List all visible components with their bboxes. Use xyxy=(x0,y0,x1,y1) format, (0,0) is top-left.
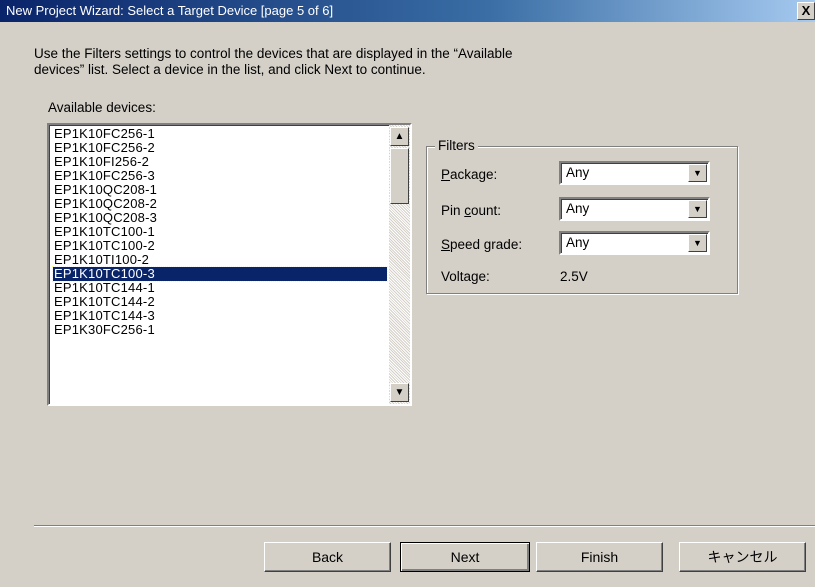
back-button[interactable]: Back xyxy=(264,542,391,572)
finish-button[interactable]: Finish xyxy=(536,542,663,572)
button-separator xyxy=(34,525,815,527)
speed-grade-mnemonic: S xyxy=(441,237,451,252)
cancel-button[interactable]: キャンセル xyxy=(679,542,806,572)
scroll-up-arrow-icon: ▲ xyxy=(394,131,405,142)
device-list-item[interactable]: EP1K10QC208-3 xyxy=(53,211,387,225)
device-list-item[interactable]: EP1K10TC144-3 xyxy=(53,309,387,323)
device-list-item[interactable]: EP1K10FC256-2 xyxy=(53,141,387,155)
filters-legend: Filters xyxy=(435,138,478,153)
chevron-down-icon: ▼ xyxy=(693,238,702,248)
speed-grade-label-rest: peed grade: xyxy=(450,237,523,252)
title-bar: New Project Wizard: Select a Target Devi… xyxy=(0,0,815,22)
device-list-item[interactable]: EP1K10FC256-3 xyxy=(53,169,387,183)
vertical-scrollbar[interactable]: ▲ ▼ xyxy=(389,125,410,404)
scroll-down-button[interactable]: ▼ xyxy=(390,383,409,402)
device-list-item[interactable]: EP1K10QC208-1 xyxy=(53,183,387,197)
pin-count-dropdown-button[interactable]: ▼ xyxy=(688,200,707,218)
pin-count-mnemonic: c xyxy=(464,203,472,218)
instructions-line-1: Use the Filters settings to control the … xyxy=(34,46,513,61)
next-button[interactable]: Next xyxy=(400,542,530,572)
chevron-down-icon: ▼ xyxy=(693,168,702,178)
device-list-item[interactable]: EP1K10TC100-2 xyxy=(53,239,387,253)
instructions-text: Use the Filters settings to control the … xyxy=(34,46,734,78)
package-value: Any xyxy=(566,165,590,180)
filters-group: Filters Package: Any ▼ Pin count: Any ▼ … xyxy=(426,138,738,294)
package-select[interactable]: Any ▼ xyxy=(559,161,710,185)
pin-count-value: Any xyxy=(566,201,590,216)
package-label: Package: xyxy=(441,167,497,182)
device-list-item[interactable]: EP1K30FC256-1 xyxy=(53,323,387,337)
voltage-label: Voltage: xyxy=(441,269,490,284)
device-list-item[interactable]: EP1K10TC144-1 xyxy=(53,281,387,295)
pin-count-label-pre: Pin xyxy=(441,203,465,218)
window-title: New Project Wizard: Select a Target Devi… xyxy=(6,3,334,18)
available-devices-label: Available devices: xyxy=(48,100,156,115)
instructions-line-2: devices” list. Select a device in the li… xyxy=(34,62,426,77)
device-list-item[interactable]: EP1K10QC208-2 xyxy=(53,197,387,211)
available-devices-list[interactable]: EP1K10FC256-1 EP1K10FC256-2 EP1K10FI256-2 E… xyxy=(47,123,412,406)
pin-count-label-rest: ount: xyxy=(471,203,502,218)
device-list-item[interactable]: EP1K10FC256-1 xyxy=(53,127,387,141)
speed-grade-dropdown-button[interactable]: ▼ xyxy=(688,234,707,252)
speed-grade-value: Any xyxy=(566,235,590,250)
device-list-items: EP1K10FC256-1 EP1K10FC256-2 EP1K10FI256-2 E… xyxy=(52,127,388,337)
device-list-item[interactable]: EP1K10TC100-1 xyxy=(53,225,387,239)
speed-grade-label: Speed grade: xyxy=(441,237,522,252)
scroll-up-button[interactable]: ▲ xyxy=(390,127,409,146)
device-list-item[interactable]: EP1K10TC100-3 xyxy=(52,266,388,282)
voltage-value: 2.5V xyxy=(560,269,588,284)
pin-count-select[interactable]: Any ▼ xyxy=(559,197,710,221)
device-list-item[interactable]: EP1K10TC144-2 xyxy=(53,295,387,309)
chevron-down-icon: ▼ xyxy=(693,204,702,214)
scrollbar-thumb[interactable] xyxy=(390,148,409,204)
speed-grade-select[interactable]: Any ▼ xyxy=(559,231,710,255)
scroll-down-arrow-icon: ▼ xyxy=(394,387,405,398)
device-list-item[interactable]: EP1K10TI100-2 xyxy=(53,253,387,267)
device-list-item[interactable]: EP1K10FI256-2 xyxy=(53,155,387,169)
pin-count-label: Pin count: xyxy=(441,203,501,218)
package-dropdown-button[interactable]: ▼ xyxy=(688,164,707,182)
package-mnemonic: P xyxy=(441,167,451,182)
close-button[interactable]: X xyxy=(797,2,815,20)
package-label-rest: ackage: xyxy=(450,167,498,182)
